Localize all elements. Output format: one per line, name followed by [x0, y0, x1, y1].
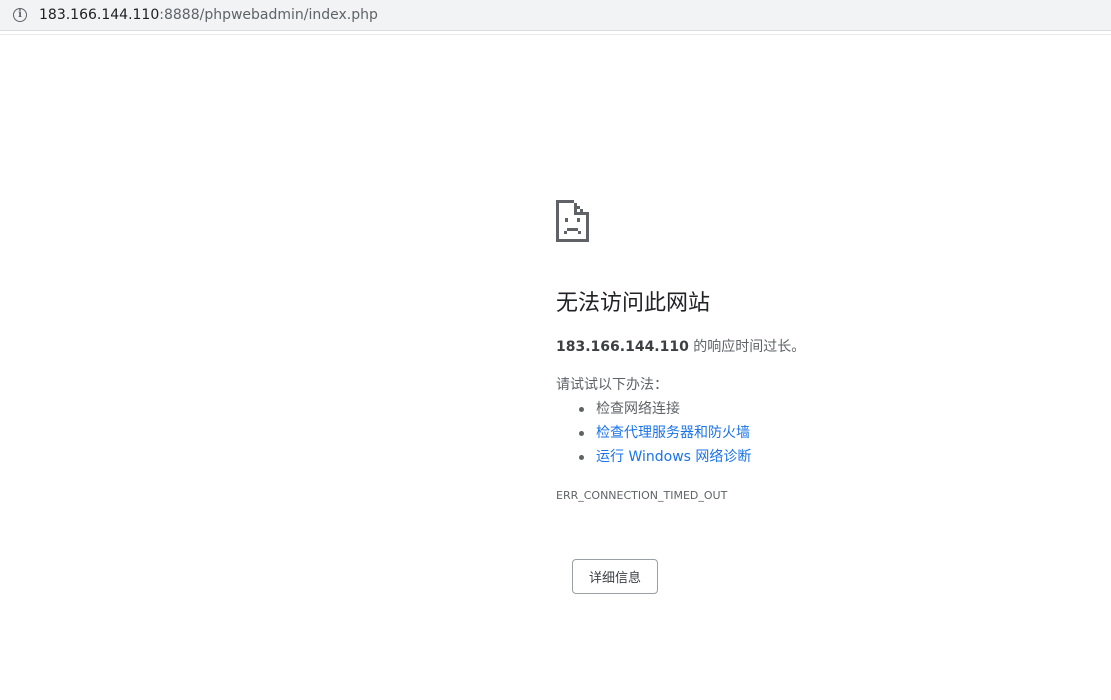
error-title: 无法访问此网站 [556, 291, 711, 316]
summary-text: 的响应时间过长。 [688, 339, 806, 355]
url-path: :8888/phpwebadmin/index.php [159, 7, 378, 23]
details-button[interactable]: 详细信息 [572, 559, 658, 594]
suggestions-label: 请试试以下办法： [556, 377, 668, 393]
run-network-diagnostics-link[interactable]: 运行 Windows 网络诊断 [596, 449, 751, 465]
toolbar-divider [0, 34, 1111, 35]
suggestion-check-network: 检查网络连接 [556, 397, 751, 421]
bullet-icon [579, 431, 584, 436]
suggestion-check-proxy-firewall[interactable]: 检查代理服务器和防火墙 [556, 421, 751, 445]
error-code: ERR_CONNECTION_TIMED_OUT [556, 489, 728, 502]
url-text[interactable]: 183.166.144.110:8888/phpwebadmin/index.p… [39, 6, 378, 24]
check-proxy-firewall-link[interactable]: 检查代理服务器和防火墙 [596, 425, 750, 441]
error-summary: 183.166.144.110 的响应时间过长。 [556, 337, 805, 357]
bullet-icon [579, 455, 584, 460]
bullet-icon [579, 407, 584, 412]
summary-host: 183.166.144.110 [556, 339, 689, 355]
suggestion-text: 检查网络连接 [596, 401, 680, 417]
info-icon[interactable]: i [13, 8, 27, 22]
sad-page-icon [556, 200, 589, 242]
suggestion-run-diagnostics[interactable]: 运行 Windows 网络诊断 [556, 445, 751, 469]
address-bar[interactable]: i 183.166.144.110:8888/phpwebadmin/index… [0, 0, 1111, 31]
url-host: 183.166.144.110 [39, 7, 160, 23]
suggestions-list: 检查网络连接 检查代理服务器和防火墙 运行 Windows 网络诊断 [556, 397, 751, 469]
